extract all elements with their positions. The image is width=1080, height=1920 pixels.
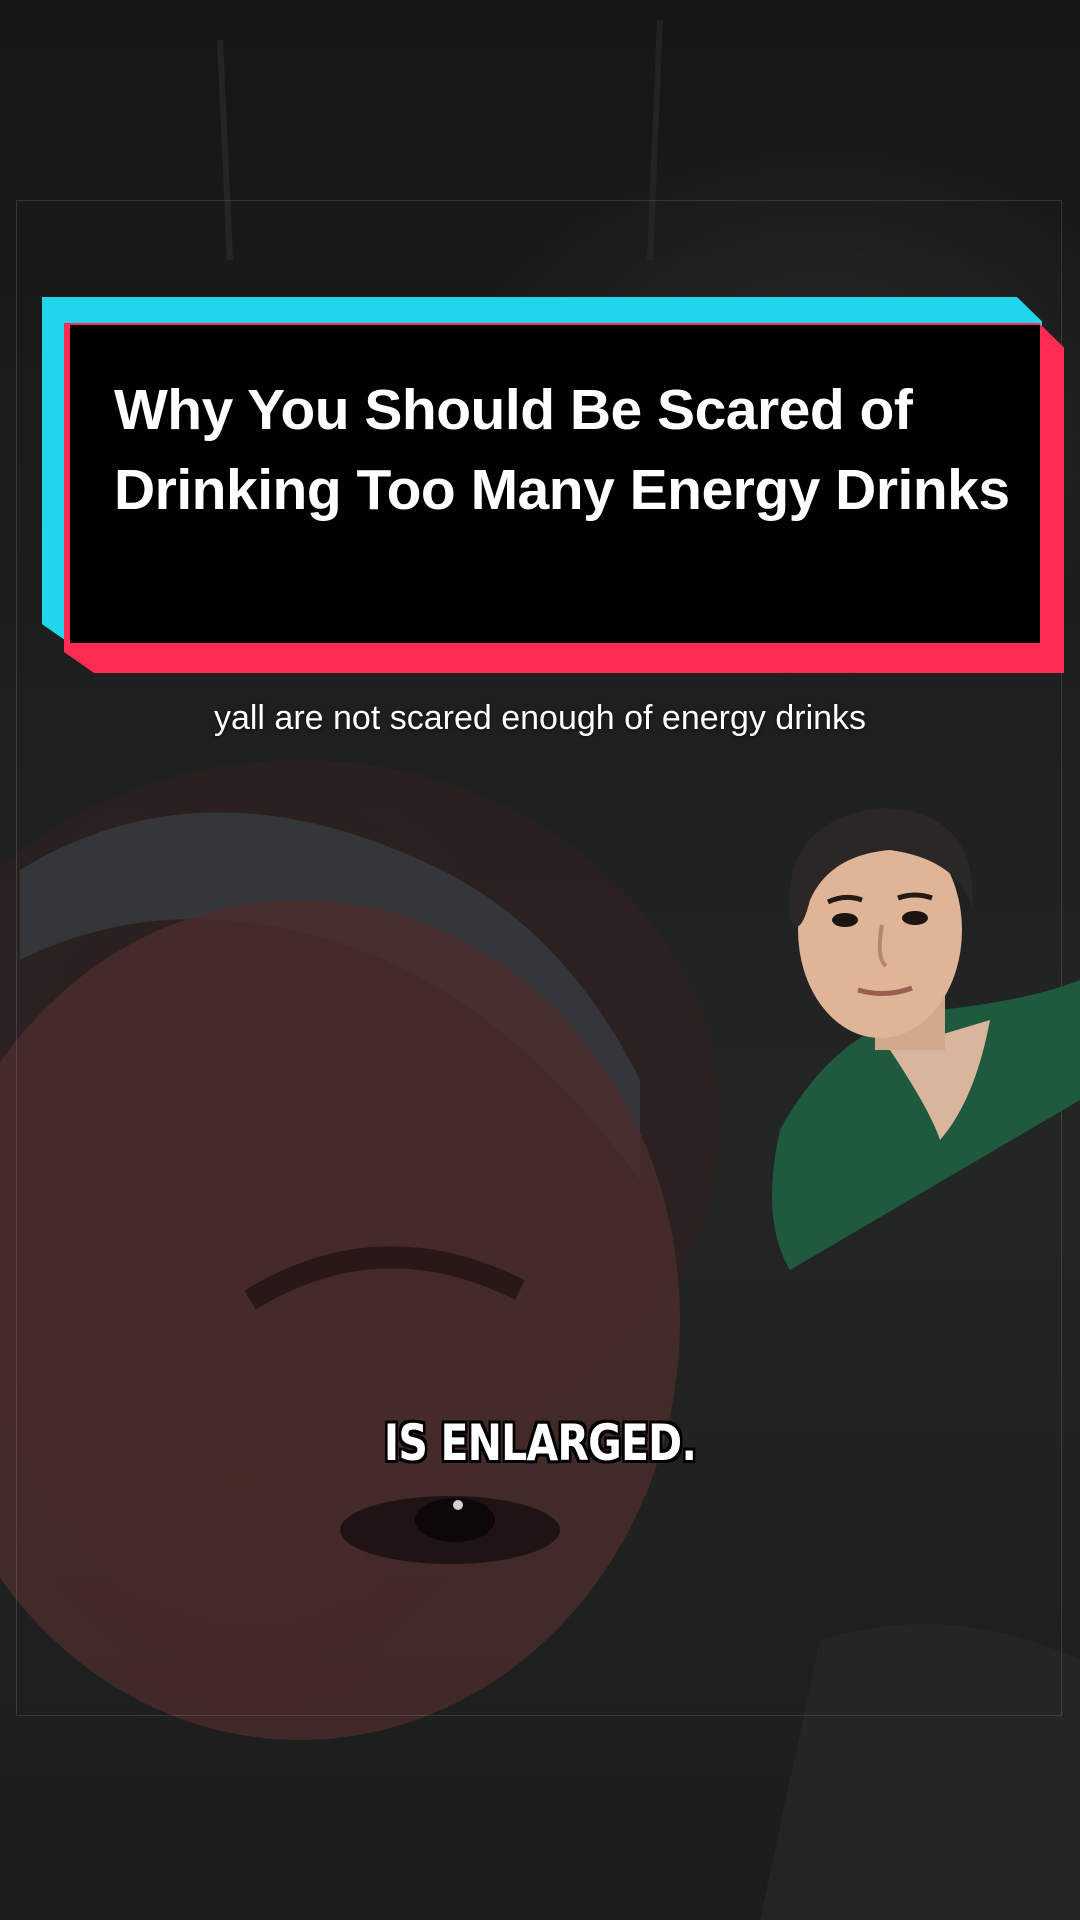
doctor-cutout-image <box>772 808 1080 1270</box>
video-subtitle: IS ENLARGED. <box>383 1414 697 1472</box>
video-caption: yall are not scared enough of energy dri… <box>213 699 867 737</box>
video-title: Why You Should Be Scared of Drinking Too… <box>114 378 1010 522</box>
